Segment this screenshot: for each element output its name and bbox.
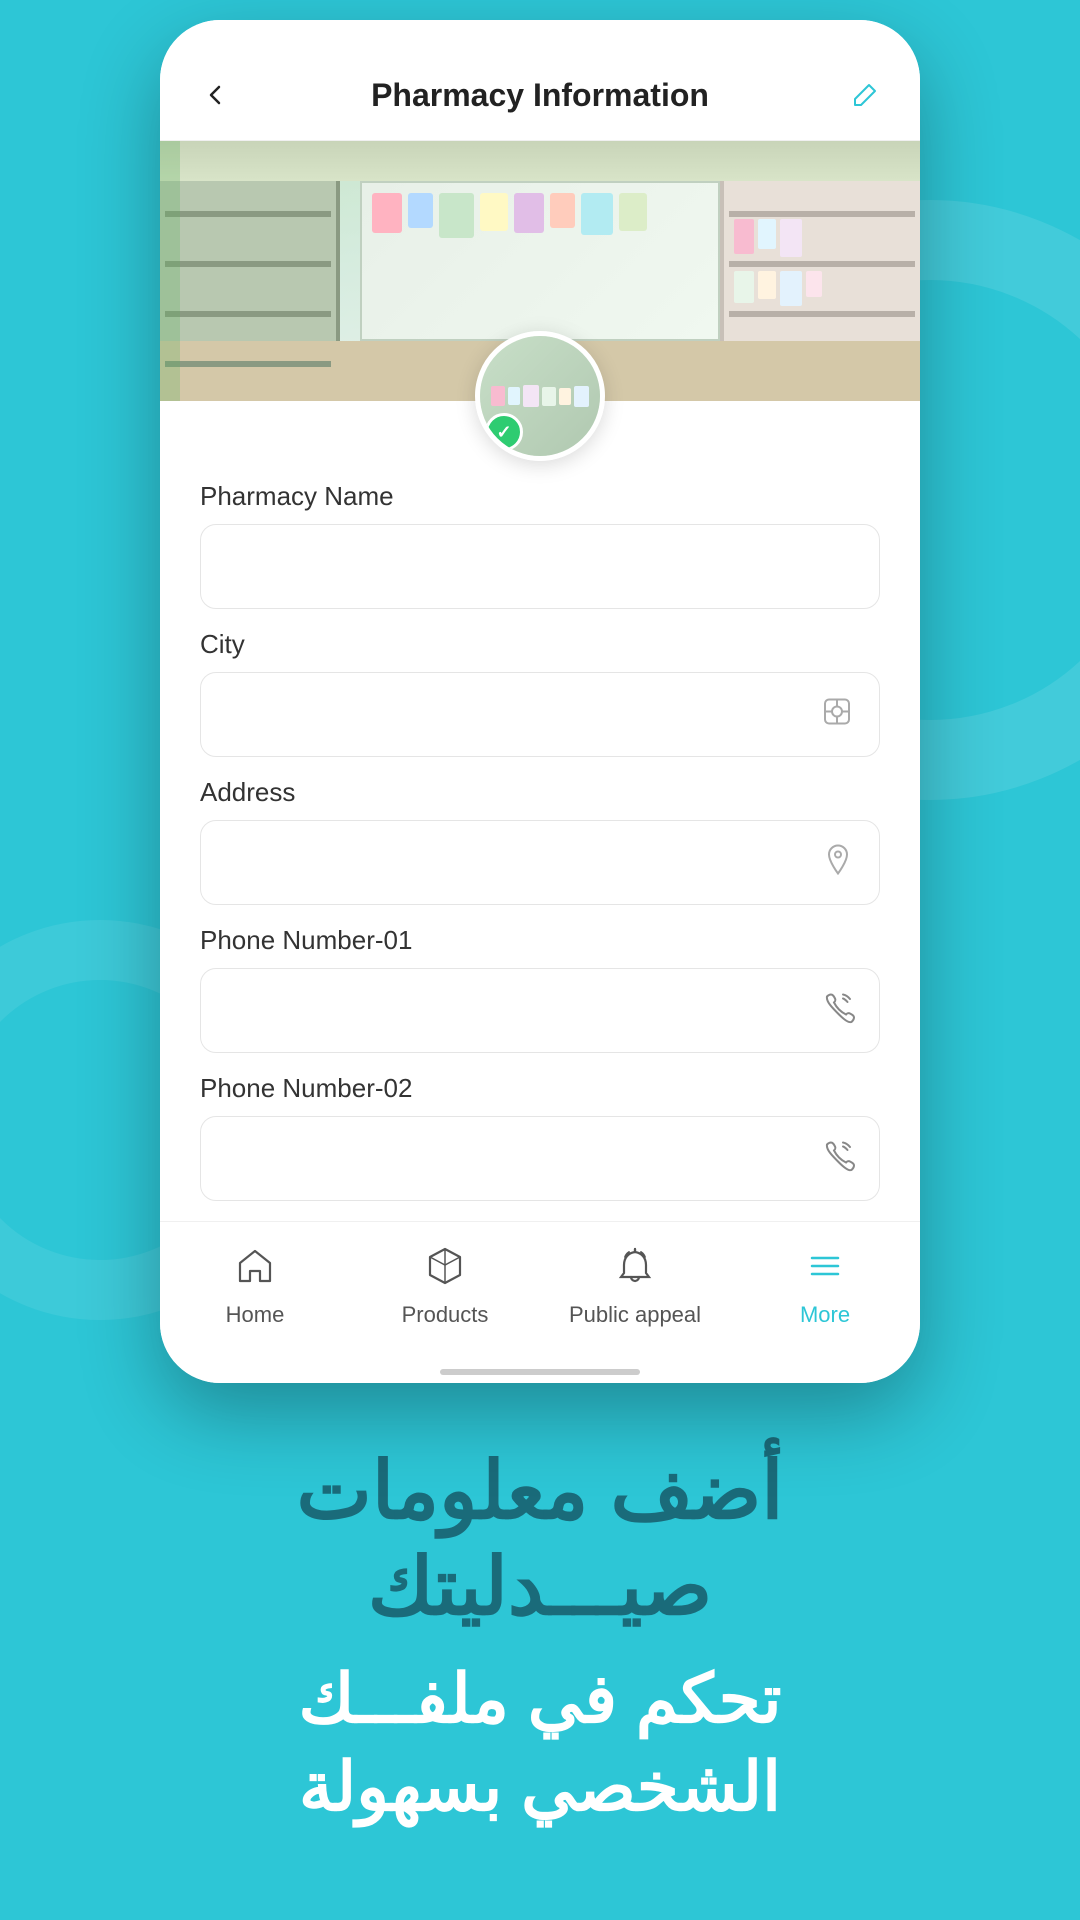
back-button[interactable] [190, 70, 240, 120]
pharmacy-name-field-wrapper [200, 524, 880, 609]
city-field-wrapper [200, 672, 880, 757]
phone2-label: Phone Number-02 [200, 1073, 880, 1104]
top-nav: Pharmacy Information [160, 60, 920, 141]
verified-badge: ✓ [485, 413, 523, 451]
nav-item-products[interactable]: Products [350, 1237, 540, 1336]
city-label: City [200, 629, 880, 660]
nav-products-label: Products [402, 1302, 489, 1328]
home-bar [440, 1369, 640, 1375]
city-icon [819, 693, 855, 736]
home-indicator [160, 1361, 920, 1383]
bottom-nav: Home Products [160, 1221, 920, 1361]
city-input[interactable] [200, 672, 880, 757]
address-input[interactable] [200, 820, 880, 905]
pharmacy-name-label: Pharmacy Name [200, 481, 880, 512]
nav-item-public-appeal[interactable]: Public appeal [540, 1237, 730, 1336]
nav-item-home[interactable]: Home [160, 1237, 350, 1336]
products-icon [424, 1245, 466, 1296]
address-label: Address [200, 777, 880, 808]
avatar[interactable]: ✓ [475, 331, 605, 461]
avatar-container: ✓ [160, 331, 920, 461]
check-icon: ✓ [496, 422, 511, 443]
phone2-input[interactable] [200, 1116, 880, 1201]
phone1-input[interactable] [200, 968, 880, 1053]
phone2-field-wrapper [200, 1116, 880, 1201]
edit-button[interactable] [840, 70, 890, 120]
nav-home-label: Home [226, 1302, 285, 1328]
more-icon [804, 1245, 846, 1296]
page-title: Pharmacy Information [371, 77, 709, 114]
arabic-section: أضف معلومات صيـــدليتك تحكم في ملفـــك ا… [0, 1383, 1080, 1892]
nav-item-more[interactable]: More [730, 1237, 920, 1336]
nav-more-label: More [800, 1302, 850, 1328]
address-field-wrapper [200, 820, 880, 905]
location-icon [821, 842, 855, 883]
phone-shell: Pharmacy Information [160, 20, 920, 1383]
pharmacy-name-input[interactable] [200, 524, 880, 609]
phone1-icon [821, 990, 855, 1031]
bell-icon [614, 1245, 656, 1296]
nav-public-appeal-label: Public appeal [569, 1302, 701, 1328]
phone1-label: Phone Number-01 [200, 925, 880, 956]
arabic-subheadline: تحكم في ملفـــك الشخصي بسهولة [80, 1655, 1000, 1832]
form-content: Pharmacy Name City [160, 481, 920, 1221]
home-icon [234, 1245, 276, 1296]
arabic-headline: أضف معلومات صيـــدليتك [80, 1443, 1000, 1635]
phone-wrapper: Pharmacy Information [160, 0, 920, 1383]
status-bar [160, 20, 920, 60]
phone2-icon [821, 1138, 855, 1179]
phone1-field-wrapper [200, 968, 880, 1053]
